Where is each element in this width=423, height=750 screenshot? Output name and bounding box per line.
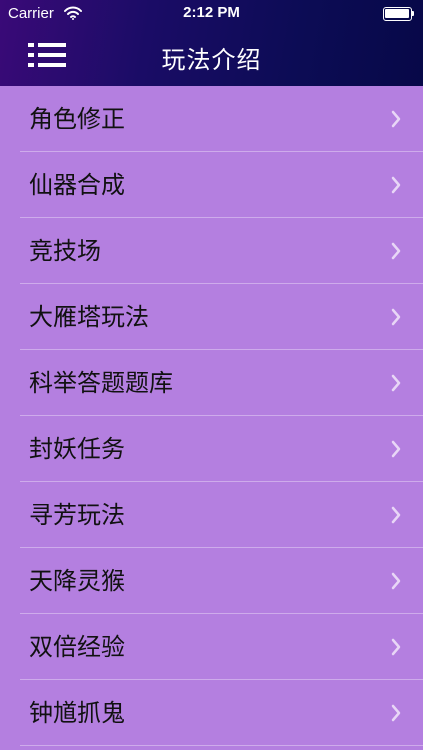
list-item[interactable]: 封妖任务 bbox=[0, 416, 423, 482]
list-item-label: 天降灵猴 bbox=[29, 567, 125, 595]
status-bar: Carrier 2:12 PM bbox=[0, 0, 423, 28]
list-item-label: 仙器合成 bbox=[29, 171, 125, 199]
navigation-header: Carrier 2:12 PM 玩法介绍 bbox=[0, 0, 423, 86]
chevron-right-icon bbox=[391, 308, 401, 326]
list-item-label: 双倍经验 bbox=[29, 633, 125, 661]
list-item[interactable]: 寻芳玩法 bbox=[0, 482, 423, 548]
gameplay-list: 角色修正仙器合成竞技场大雁塔玩法科举答题题库 封妖任务寻芳玩法天降灵猴双倍经验钟馗… bbox=[0, 86, 423, 746]
list-item[interactable]: 仙器合成 bbox=[0, 152, 423, 218]
chevron-right-icon bbox=[391, 638, 401, 656]
list-item[interactable]: 角色修正 bbox=[0, 86, 423, 152]
chevron-right-icon bbox=[391, 572, 401, 590]
chevron-right-icon bbox=[391, 440, 401, 458]
chevron-right-icon bbox=[391, 242, 401, 260]
chevron-right-icon bbox=[391, 704, 401, 722]
list-item[interactable]: 双倍经验 bbox=[0, 614, 423, 680]
chevron-right-icon bbox=[391, 374, 401, 392]
list-item-label: 封妖任务 bbox=[29, 435, 125, 463]
battery-full-icon bbox=[383, 7, 415, 21]
list-item-label: 科举答题题库 bbox=[29, 369, 173, 397]
list-item-label: 钟馗抓鬼 bbox=[29, 699, 125, 727]
list-item-label: 大雁塔玩法 bbox=[29, 303, 149, 331]
list-item[interactable]: 天降灵猴 bbox=[0, 548, 423, 614]
page-title: 玩法介绍 bbox=[161, 46, 262, 74]
clock: 2:12 PM bbox=[183, 4, 240, 21]
list-item-label: 竞技场 bbox=[29, 237, 101, 265]
list-item[interactable]: 竞技场 bbox=[0, 218, 423, 284]
list-item[interactable]: 科举答题题库 bbox=[0, 350, 423, 416]
list-item[interactable]: 大雁塔玩法 bbox=[0, 284, 423, 350]
app-screen: Carrier 2:12 PM 玩法介绍 角色修正仙器合成竞技场大雁塔玩法科举答… bbox=[0, 0, 423, 750]
list-item-label: 角色修正 bbox=[29, 105, 125, 133]
list-item[interactable]: 钟馗抓鬼 bbox=[0, 680, 423, 746]
chevron-right-icon bbox=[391, 110, 401, 128]
chevron-right-icon bbox=[391, 506, 401, 524]
list-item-label: 寻芳玩法 bbox=[29, 501, 125, 529]
chevron-right-icon bbox=[391, 176, 401, 194]
